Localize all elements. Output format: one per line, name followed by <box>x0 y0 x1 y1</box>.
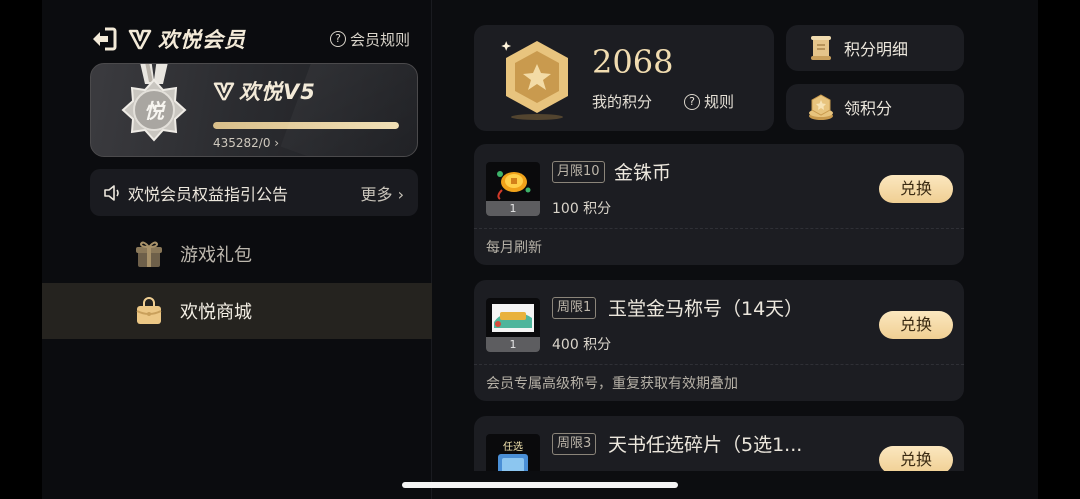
back-button[interactable] <box>90 25 118 53</box>
item-name: 天书任选碎片（5选1... <box>608 434 803 456</box>
points-details-label: 积分明细 <box>844 40 909 59</box>
page-title: 欢悦会员 <box>158 28 246 52</box>
member-rules-label: 会员规则 <box>349 30 410 49</box>
vip-logo-icon <box>213 82 235 101</box>
item-quantity: 1 <box>486 337 540 352</box>
nav-label-game-gifts: 游戏礼包 <box>180 245 252 266</box>
vip-level: 欢悦V5 <box>213 76 316 106</box>
points-details-button[interactable]: 积分明细 <box>786 25 964 71</box>
earn-points-button[interactable]: 领积分 <box>786 84 964 130</box>
divider <box>474 228 964 229</box>
gold-coin-icon <box>497 171 531 200</box>
exchange-button[interactable]: 兑换 <box>879 311 953 339</box>
speaker-icon <box>104 184 119 201</box>
points-card: 2068 我的积分 ? 规则 <box>474 25 774 131</box>
book-fragment-icon: 任选 <box>498 440 528 471</box>
scroll-icon <box>811 36 831 60</box>
vip-level-label: 欢悦V5 <box>239 80 316 104</box>
item-description: 会员专属高级称号，重复获取有效期叠加 <box>486 376 738 392</box>
item-limit-tag: 周限1 <box>552 297 597 319</box>
shop-item-card: 任选 周限3 天书任选碎片（5选1... 兑换 <box>474 416 964 471</box>
member-rules-link[interactable]: ? 会员规则 <box>329 29 410 50</box>
points-star-badge-icon <box>501 41 568 120</box>
announcement-text: 欢悦会员权益指引公告 <box>128 184 289 204</box>
exit-arrow-icon <box>93 27 117 51</box>
svg-text:任选: 任选 <box>503 440 523 453</box>
announcement-more-link[interactable]: 更多 › <box>361 181 405 205</box>
divider <box>474 364 964 365</box>
earn-points-label: 领积分 <box>844 99 893 118</box>
title-badge-icon <box>492 304 534 332</box>
item-cost: 400 积分 <box>552 337 612 353</box>
nav-item-game-gifts[interactable]: 游戏礼包 <box>42 226 432 282</box>
exchange-button[interactable]: 兑换 <box>879 175 953 203</box>
question-icon: ? <box>329 31 346 47</box>
announcement-bar[interactable]: 欢悦会员权益指引公告 更多 › <box>90 169 418 216</box>
item-description: 每月刷新 <box>486 240 542 256</box>
item-thumbnail: 任选 <box>486 434 540 471</box>
points-rules-label: 规则 <box>704 93 735 111</box>
screen: 欢悦会员 ? 会员规则 悦 欢悦V5 435282/0 › 欢悦会员权益指引公告… <box>42 0 1038 499</box>
nav-item-shop[interactable]: 欢悦商城 <box>42 283 432 339</box>
vip-progress-bar <box>213 122 399 129</box>
left-panel: 欢悦会员 ? 会员规则 悦 欢悦V5 435282/0 › 欢悦会员权益指引公告… <box>42 0 432 499</box>
item-limit-tag: 周限3 <box>552 433 597 455</box>
item-cost: 100 积分 <box>552 201 612 217</box>
gift-icon <box>136 241 162 267</box>
shop-bag-icon <box>136 297 162 324</box>
item-name: 金铢币 <box>614 162 672 184</box>
home-indicator[interactable] <box>402 482 678 488</box>
points-value: 2068 <box>592 43 674 81</box>
item-thumbnail: 1 <box>486 298 540 352</box>
shop-item-card: 1 周限1 玉堂金马称号（14天） 400 积分 兑换 会员专属高级称号，重复获… <box>474 280 964 401</box>
brand-logo-icon <box>128 29 152 50</box>
exchange-button[interactable]: 兑换 <box>879 446 953 471</box>
vip-card[interactable]: 悦 欢悦V5 435282/0 › <box>90 63 418 157</box>
item-name: 玉堂金马称号（14天） <box>608 298 804 320</box>
vip-progress-fill <box>213 122 399 129</box>
question-icon: ? <box>684 93 700 110</box>
vip-medal-icon: 悦 <box>121 64 187 142</box>
nav-label-shop: 欢悦商城 <box>180 302 252 323</box>
item-quantity: 1 <box>486 201 540 216</box>
vip-exp-text[interactable]: 435282/0 › <box>213 136 279 150</box>
top-bar: 欢悦会员 ? 会员规则 <box>90 22 410 56</box>
shop-item-card: 1 月限10 金铢币 100 积分 兑换 每月刷新 <box>474 144 964 265</box>
points-label: 我的积分 <box>592 93 653 111</box>
coin-stack-icon <box>809 94 833 120</box>
medal-glyph: 悦 <box>144 99 167 123</box>
brand: 欢悦会员 <box>128 24 246 54</box>
item-limit-tag: 月限10 <box>552 161 605 183</box>
points-rules-link[interactable]: ? 规则 <box>684 91 734 112</box>
item-thumbnail: 1 <box>486 162 540 216</box>
